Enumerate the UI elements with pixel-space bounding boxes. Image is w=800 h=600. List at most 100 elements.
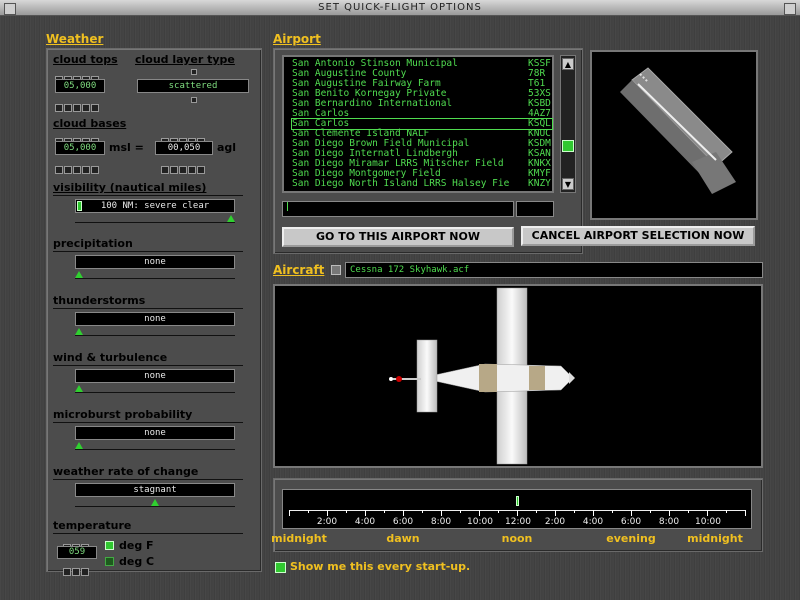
aircraft-section-title: Aircraft (273, 263, 325, 277)
thunderstorms-slider[interactable] (75, 328, 235, 336)
time-tick (745, 510, 746, 516)
airport-search-input[interactable] (282, 201, 514, 217)
time-period-label: midnight (687, 532, 743, 545)
time-tick (536, 510, 537, 513)
weather-section-title: Weather (46, 32, 104, 46)
time-of-day-slider[interactable]: 2:00 4:00 6:00 8:00 10:00 12:00 2:00 4:00 6:00 8:… (282, 489, 752, 529)
scroll-thumb[interactable] (562, 140, 574, 152)
wind-label: wind & turbulence (53, 351, 168, 364)
thunderstorms-slider-thumb[interactable] (75, 328, 83, 335)
cloud-bases-agl-down-buttons[interactable] (161, 159, 206, 178)
runway-diagram-icon (620, 67, 736, 194)
cloud-tops-label: cloud tops (53, 53, 118, 66)
close-box-icon[interactable] (4, 3, 16, 15)
airport-map-preview (590, 50, 758, 220)
startup-checkbox[interactable] (275, 562, 286, 573)
cloud-layer-up-button[interactable] (191, 69, 197, 75)
time-period-label: dawn (386, 532, 420, 545)
weather-panel: cloud tops 05,000 cloud layer type scatt… (46, 48, 262, 576)
microburst-slider-thumb[interactable] (75, 442, 83, 449)
deg-f-label: deg F (119, 539, 154, 552)
cloud-layer-down-button[interactable] (191, 97, 197, 103)
time-tick-label: 4:00 (582, 517, 604, 527)
cloud-layer-display: scattered (137, 79, 249, 93)
zoom-box-icon[interactable] (784, 3, 796, 15)
agl-label: agl (217, 141, 237, 154)
cancel-airport-button[interactable]: CANCEL AIRPORT SELECTION NOW (521, 226, 755, 246)
time-tick (441, 510, 442, 516)
rate-of-change-label: weather rate of change (53, 465, 199, 478)
visibility-display: 100 NM: severe clear (75, 199, 235, 213)
visibility-group: visibility (nautical miles) 100 NM: seve… (53, 181, 257, 231)
microburst-slider[interactable] (75, 442, 235, 450)
scroll-up-arrow-icon[interactable]: ▲ (562, 58, 574, 70)
go-to-airport-button[interactable]: GO TO THIS AIRPORT NOW (282, 227, 514, 247)
deg-c-checkbox[interactable] (105, 557, 114, 566)
precipitation-slider-thumb[interactable] (75, 271, 83, 278)
time-tick (289, 510, 290, 516)
precipitation-label: precipitation (53, 237, 133, 250)
time-tick (574, 510, 575, 513)
rate-of-change-slider-thumb[interactable] (151, 499, 159, 506)
airport-section-title: Airport (273, 32, 321, 46)
msl-label: msl = (109, 141, 144, 154)
time-tick-label: 10:00 (695, 517, 721, 527)
temperature-group: temperature 059 deg F deg C (53, 519, 257, 576)
aircraft-select-button[interactable] (331, 265, 341, 275)
precipitation-slider[interactable] (75, 271, 235, 279)
aircraft-file-field[interactable]: Cessna 172 Skyhawk.acf (345, 262, 763, 278)
time-tick-label: 12:00 (505, 517, 531, 527)
time-tick-label: 6:00 (392, 517, 414, 527)
time-tick (479, 510, 480, 516)
wind-slider-thumb[interactable] (75, 385, 83, 392)
time-tick (726, 510, 727, 513)
cloud-bases-msl-down-buttons[interactable] (55, 159, 100, 178)
time-tick (308, 510, 309, 513)
wind-group: wind & turbulence none (53, 351, 257, 401)
deg-f-checkbox[interactable] (105, 541, 114, 550)
microburst-display: none (75, 426, 235, 440)
time-tick (422, 510, 423, 513)
startup-label: Show me this every start-up. (290, 560, 471, 573)
visibility-slider[interactable] (75, 215, 235, 223)
rate-of-change-display: stagnant (75, 483, 235, 497)
scroll-down-arrow-icon[interactable]: ▼ (562, 178, 574, 190)
microburst-label: microburst probability (53, 408, 193, 421)
thunderstorms-display: none (75, 312, 235, 326)
time-tick (555, 510, 556, 516)
time-period-label: evening (606, 532, 656, 545)
wind-slider[interactable] (75, 385, 235, 393)
airport-code-input[interactable] (516, 201, 554, 217)
rate-of-change-slider[interactable] (75, 499, 235, 507)
thunderstorms-group: thunderstorms none (53, 294, 257, 344)
time-of-day-thumb[interactable] (516, 496, 519, 506)
time-tick-label: 8:00 (430, 517, 452, 527)
cloud-bases-group: cloud bases 05,000 msl = 00,050 agl (53, 117, 257, 174)
time-period-label: midnight (271, 532, 327, 545)
time-tick (612, 510, 613, 513)
time-tick (384, 510, 385, 513)
visibility-slider-thumb[interactable] (227, 215, 235, 222)
time-tick (346, 510, 347, 513)
cloud-tops-down-buttons[interactable] (55, 97, 100, 116)
aircraft-preview (273, 284, 763, 468)
time-tick-label: 10:00 (467, 517, 493, 527)
time-tick (707, 510, 708, 516)
airport-name: San Diego North Island LRRS Halsey Fie (292, 178, 510, 189)
rate-of-change-group: weather rate of change stagnant (53, 465, 257, 515)
wind-display: none (75, 369, 235, 383)
precipitation-display: none (75, 255, 235, 269)
deg-c-label: deg C (119, 555, 155, 568)
time-tick-label: 2:00 (316, 517, 338, 527)
time-tick-label: 4:00 (354, 517, 376, 527)
temperature-down-buttons[interactable] (63, 561, 90, 580)
temperature-display: 059 (57, 546, 97, 559)
time-tick (460, 510, 461, 513)
time-tick-label: 8:00 (658, 517, 680, 527)
cloud-tops-group: cloud tops 05,000 (53, 53, 129, 112)
airport-list-scrollbar[interactable]: ▲ ▼ (560, 55, 576, 193)
airport-list[interactable]: San Antonio Stinson Municipal KSSF San Aug… (282, 55, 554, 193)
time-tick (327, 510, 328, 516)
airport-list-item[interactable]: San Diego North Island LRRS Halsey Fie KN… (292, 179, 552, 189)
thunderstorms-label: thunderstorms (53, 294, 146, 307)
